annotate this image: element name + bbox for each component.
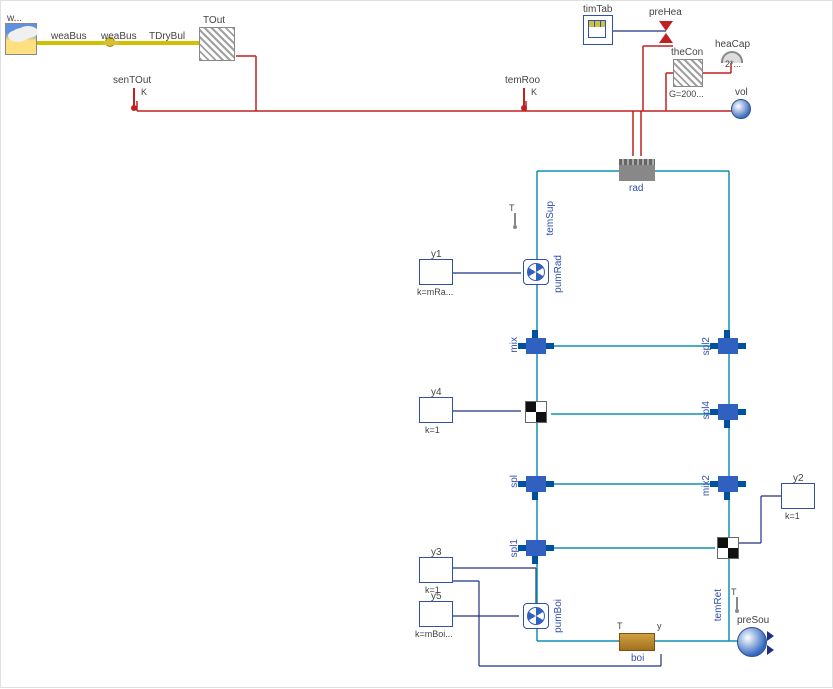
timtab-label: timTab bbox=[583, 4, 612, 15]
boi-ylabel: y bbox=[657, 621, 662, 631]
heacap-param: 2*... bbox=[725, 59, 741, 69]
y2-param: k=1 bbox=[785, 511, 800, 521]
thermal-lines bbox=[137, 46, 747, 156]
pumrad-block[interactable] bbox=[523, 259, 549, 285]
temsup-label: temSup bbox=[545, 201, 556, 235]
y1-label: y1 bbox=[431, 249, 442, 260]
mix-label: mix bbox=[509, 337, 520, 353]
mix2-block[interactable] bbox=[713, 471, 743, 497]
heacap-label: heaCap bbox=[715, 39, 750, 50]
temsup-sensor[interactable]: T bbox=[509, 207, 523, 229]
tdrybul-label: TDryBul bbox=[149, 31, 185, 42]
pump-fan-icon bbox=[527, 607, 545, 625]
tout-label: TOut bbox=[203, 15, 225, 26]
presou-label: preSou bbox=[737, 615, 769, 626]
rad-label: rad bbox=[629, 183, 643, 194]
presou-arrow-icon bbox=[767, 645, 774, 655]
spl1-block[interactable] bbox=[521, 535, 551, 561]
mix2-label: mix2 bbox=[701, 475, 712, 496]
temroo-unit: K bbox=[531, 87, 537, 97]
weabus-label-2: weaBus bbox=[101, 31, 137, 42]
y2-label: y2 bbox=[793, 473, 804, 484]
prehea-label: preHea bbox=[649, 7, 682, 18]
weather-input-block[interactable] bbox=[5, 23, 37, 55]
spl1-label: spl1 bbox=[509, 539, 520, 557]
pump-fan-icon bbox=[527, 263, 545, 281]
triangle-icon bbox=[659, 21, 673, 31]
sentout-sensor[interactable]: K bbox=[129, 85, 149, 111]
y1-block[interactable] bbox=[419, 259, 453, 285]
valve-right-row4[interactable] bbox=[715, 535, 741, 561]
boi-label: boi bbox=[631, 653, 644, 664]
y2-block[interactable] bbox=[781, 483, 815, 509]
cloud-icon bbox=[12, 28, 32, 40]
y3-label: y3 bbox=[431, 547, 442, 558]
y4-param: k=1 bbox=[425, 425, 440, 435]
presou-arrow-icon bbox=[767, 631, 774, 641]
rad-block[interactable] bbox=[619, 159, 655, 181]
boi-block[interactable] bbox=[619, 633, 655, 651]
sentout-label: senTOut bbox=[113, 75, 151, 86]
y5-label: y5 bbox=[431, 591, 442, 602]
vol-label: vol bbox=[735, 87, 748, 98]
y5-block[interactable] bbox=[419, 601, 453, 627]
thecon-label: theCon bbox=[671, 47, 703, 58]
tout-block[interactable] bbox=[199, 27, 235, 61]
y4-label: y4 bbox=[431, 387, 442, 398]
sentout-unit: K bbox=[141, 87, 147, 97]
y4-block[interactable] bbox=[419, 397, 453, 423]
presou-block[interactable] bbox=[737, 627, 767, 657]
prehea-block[interactable] bbox=[659, 21, 673, 41]
temroo-sensor[interactable]: K bbox=[519, 85, 539, 111]
temroo-label: temRoo bbox=[505, 75, 540, 86]
vol-block[interactable] bbox=[731, 99, 751, 119]
spl4-block[interactable] bbox=[713, 399, 743, 425]
timtab-block[interactable] bbox=[583, 15, 613, 45]
pumboi-label: pumBoi bbox=[553, 599, 564, 633]
thecon-block[interactable] bbox=[673, 59, 703, 87]
spl-block[interactable] bbox=[521, 471, 551, 497]
spl-label: spl bbox=[509, 475, 520, 488]
temret-sensor[interactable]: T bbox=[731, 591, 745, 613]
pumboi-block[interactable] bbox=[523, 603, 549, 629]
y5-param: k=mBoi... bbox=[415, 629, 453, 639]
boi-tlabel: T bbox=[617, 621, 623, 631]
mix-block[interactable] bbox=[521, 333, 551, 359]
triangle-icon bbox=[659, 33, 673, 43]
spl2-label: spl2 bbox=[701, 337, 712, 355]
pumrad-label: pumRad bbox=[553, 255, 564, 293]
y1-param: k=mRa... bbox=[417, 287, 453, 297]
thecon-param: G=200... bbox=[669, 89, 704, 99]
spl2-block[interactable] bbox=[713, 333, 743, 359]
weabus-label-1: weaBus bbox=[51, 31, 87, 42]
spl4-label: spl4 bbox=[701, 401, 712, 419]
weather-label: w... bbox=[7, 13, 22, 24]
temret-label: temRet bbox=[713, 589, 724, 621]
table-icon bbox=[588, 20, 606, 38]
valve-left-row2[interactable] bbox=[523, 399, 549, 425]
y3-block[interactable] bbox=[419, 557, 453, 583]
